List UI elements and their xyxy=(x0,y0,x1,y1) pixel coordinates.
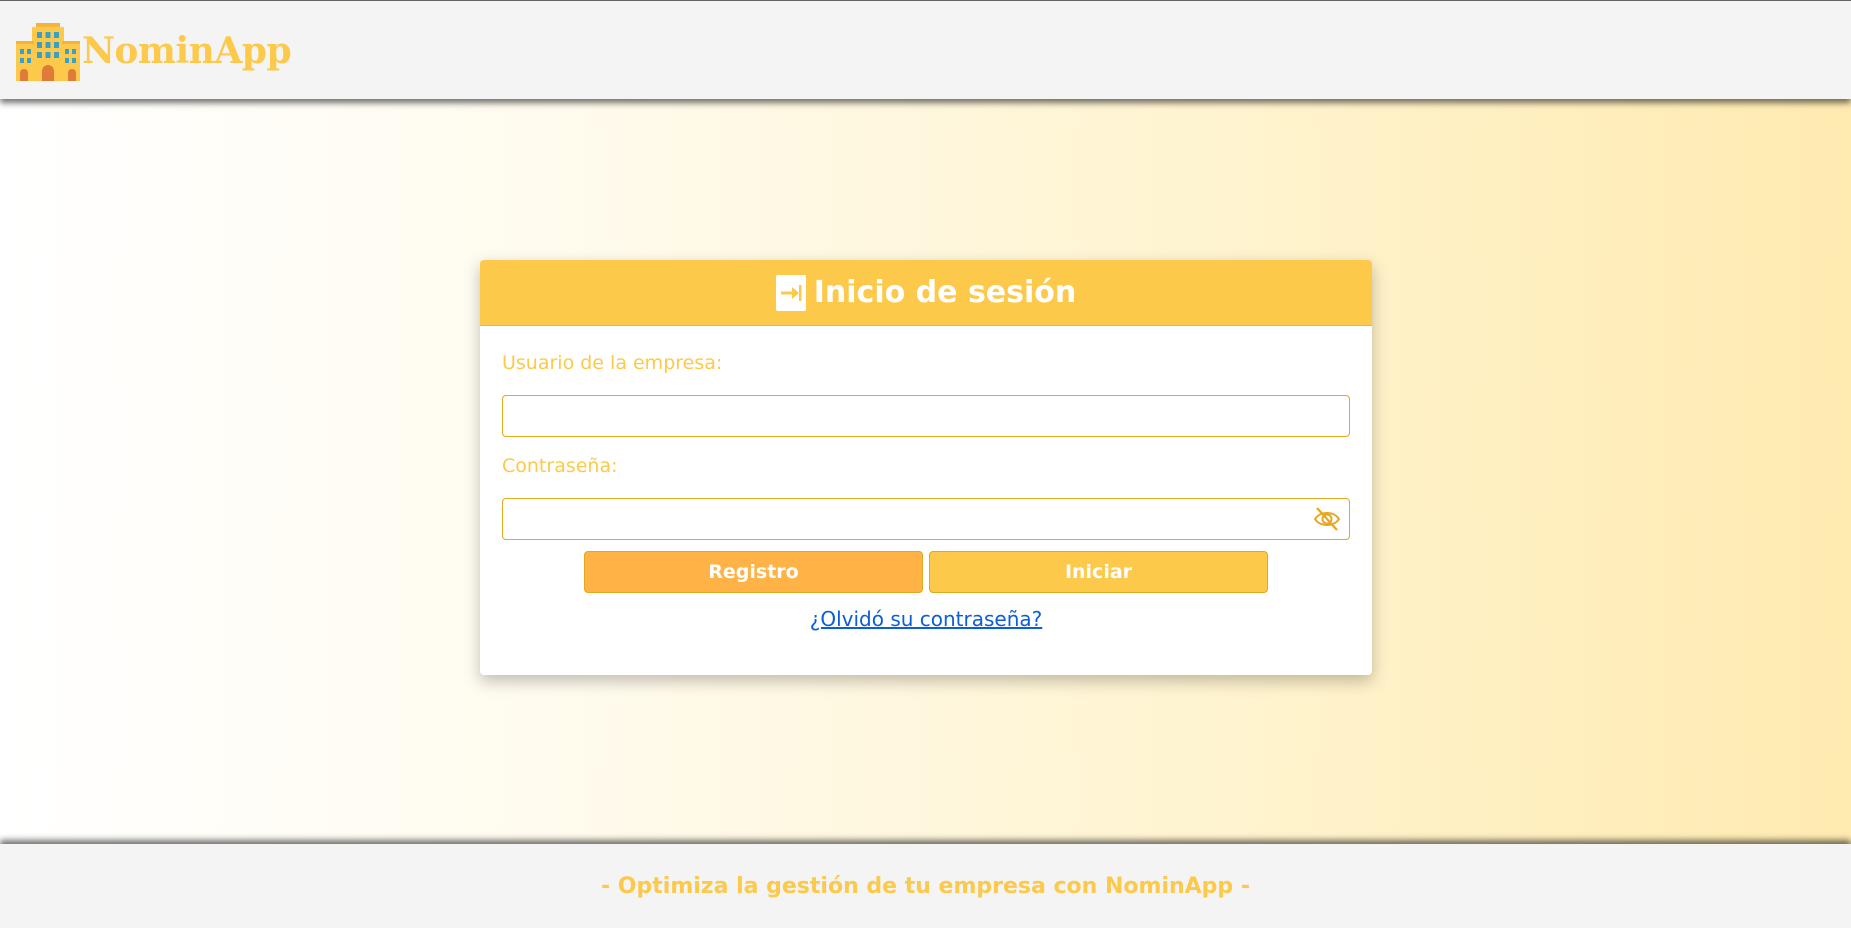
forgot-password-wrap: ¿Olvidó su contraseña? xyxy=(502,607,1350,631)
top-header: NominApp xyxy=(0,0,1851,99)
app-name: NominApp xyxy=(82,30,292,72)
login-arrow-icon xyxy=(775,274,806,311)
company-user-field-wrap xyxy=(502,395,1350,437)
footer-tagline: - Optimiza la gestión de tu empresa con … xyxy=(601,873,1250,899)
password-input[interactable] xyxy=(502,498,1350,540)
company-user-label: Usuario de la empresa: xyxy=(502,352,723,374)
login-card-header: Inicio de sesión xyxy=(480,260,1372,326)
eye-off-icon[interactable] xyxy=(1312,505,1342,533)
register-button[interactable]: Registro xyxy=(584,551,923,593)
company-user-input[interactable] xyxy=(502,395,1350,437)
brand-logo[interactable]: NominApp xyxy=(16,21,292,81)
forgot-password-link[interactable]: ¿Olvidó su contraseña? xyxy=(810,607,1043,631)
password-field-wrap xyxy=(502,498,1350,540)
form-actions: Registro Iniciar xyxy=(502,551,1350,593)
login-card: Inicio de sesión Usuario de la empresa: … xyxy=(480,260,1372,675)
building-icon xyxy=(16,23,80,81)
login-form: Usuario de la empresa: Contraseña: Regis… xyxy=(480,326,1372,631)
password-label: Contraseña: xyxy=(502,455,618,477)
login-title: Inicio de sesión xyxy=(813,275,1077,310)
main-content: Inicio de sesión Usuario de la empresa: … xyxy=(0,99,1851,844)
page-footer: - Optimiza la gestión de tu empresa con … xyxy=(0,844,1851,928)
login-submit-button[interactable]: Iniciar xyxy=(929,551,1268,593)
